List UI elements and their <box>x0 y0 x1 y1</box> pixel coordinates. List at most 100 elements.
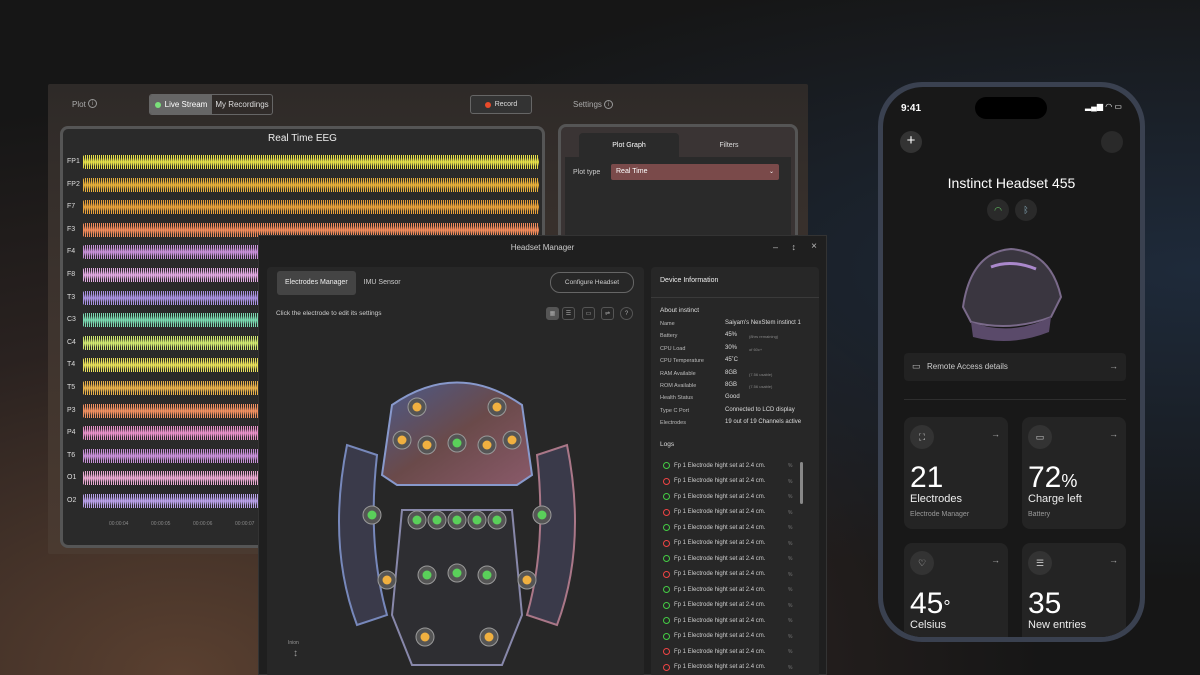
headset-left-band <box>338 443 389 627</box>
about-title: About instinct <box>660 307 700 314</box>
log-entry: Fp 1 Electrode hight set at 2.4 cm. <box>663 539 765 547</box>
channel-label: T4 <box>67 361 76 369</box>
log-percent: % <box>788 664 793 671</box>
log-entry: Fp 1 Electrode hight set at 2.4 cm. <box>663 648 765 655</box>
log-percent: % <box>788 633 793 640</box>
record-dot-icon <box>484 101 491 108</box>
live-dot-icon <box>154 101 161 108</box>
log-text: Fp 1 Electrode hight set at 2.4 cm. <box>674 524 766 531</box>
electrode-led <box>492 515 502 525</box>
check-icon <box>663 555 670 562</box>
plot-type-select[interactable]: Real Time ⌄ <box>611 164 779 180</box>
electrode-led <box>537 510 547 520</box>
database-icon: ☰ <box>1028 551 1052 575</box>
record-button[interactable]: Record <box>470 95 532 114</box>
arrow-right-icon: → <box>1109 361 1118 371</box>
electrode-led <box>452 515 462 525</box>
live-stream-button[interactable]: Live Stream <box>150 95 212 114</box>
log-text: Fp 1 Electrode hight set at 2.4 cm. <box>674 633 766 639</box>
monitor-icon[interactable]: ▭ <box>582 307 595 320</box>
panel-title: Real Time EEG <box>268 133 337 144</box>
channel-label: C4 <box>67 338 76 346</box>
plot-label: Plot <box>72 100 86 109</box>
info-icon[interactable]: i <box>88 99 97 108</box>
settings-label[interactable]: Settings <box>573 100 602 109</box>
log-entry: Fp 1 Electrode hight set at 2.4 cm. <box>663 663 766 671</box>
check-icon <box>663 524 670 531</box>
tab-electrodes-manager[interactable]: Electrodes Manager <box>277 271 356 295</box>
info-key: CPU Temperature <box>660 358 704 365</box>
electrode-led <box>507 435 517 445</box>
check-icon <box>663 632 670 640</box>
close-icon[interactable]: × <box>811 241 817 252</box>
stat-unit: % <box>1061 471 1078 491</box>
channel-label: T5 <box>67 384 76 391</box>
configure-headset-button[interactable]: Configure Headset <box>550 272 634 293</box>
channel-label: F7 <box>67 203 76 211</box>
info-value: 8GB <box>725 369 738 376</box>
stat-card[interactable]: ♡ → 45° Celsius <box>904 543 1008 637</box>
tab-filters[interactable]: Filters <box>679 133 779 157</box>
frame-icon: ⛶ <box>910 425 934 449</box>
bluetooth-icon[interactable]: ᛒ <box>1015 199 1037 221</box>
stat-number: 21 <box>910 461 944 494</box>
resize-icon[interactable]: ↕ <box>792 242 797 252</box>
chevron-down-icon: ⌄ <box>768 169 774 175</box>
tab-plot-graph[interactable]: Plot Graph <box>579 133 679 157</box>
eeg-wave <box>83 177 539 192</box>
electrode-led <box>412 402 422 412</box>
wifi-icon[interactable]: ◠ <box>987 199 1009 221</box>
log-text: Fp 1 Electrode hight set at 2.4 cm. <box>674 555 766 562</box>
log-percent: % <box>788 602 793 609</box>
time-tick: 00:00:06 <box>193 521 213 527</box>
stat-card[interactable]: ⛶ → 21 Electrodes Electrode Manager <box>904 417 1008 529</box>
arrow-right-icon: → <box>1109 429 1118 439</box>
info-value: 30% <box>725 344 738 351</box>
electrode-led <box>412 515 422 525</box>
stat-unit: ° <box>943 597 951 617</box>
error-icon <box>663 648 670 655</box>
log-text: Fp 1 Electrode hight set at 2.4 cm. <box>674 648 766 655</box>
channel-label: O2 <box>67 497 77 504</box>
tab-imu-sensor[interactable]: IMU Sensor <box>356 271 409 295</box>
add-button[interactable]: + <box>900 131 922 153</box>
my-recordings-button[interactable]: My Recordings <box>212 95 272 114</box>
stat-card[interactable]: ▭ → 72% Charge left Battery <box>1022 417 1126 529</box>
log-text: Fp 1 Electrode hight set at 2.4 cm. <box>674 664 766 670</box>
log-scrollbar[interactable] <box>800 462 803 504</box>
headset-rear-frame <box>390 509 524 666</box>
info-sub: (7.56 usable) <box>749 384 773 389</box>
stat-number: 35 <box>1028 587 1062 620</box>
log-entry: Fp 1 Electrode hight set at 2.4 cm. <box>663 632 766 640</box>
time-tick: 00:00:07 <box>235 521 255 527</box>
channel-label: F3 <box>67 225 76 233</box>
list-view-icon[interactable]: ☰ <box>562 307 575 320</box>
device-info-panel: Device Information About instinct Name Sa… <box>651 267 819 675</box>
stream-toggle[interactable]: Live Stream My Recordings <box>149 94 273 115</box>
info-key: Electrodes <box>660 420 686 427</box>
stat-label: Charge left <box>1028 493 1082 505</box>
status-time: 9:41 <box>901 103 922 114</box>
help-icon[interactable]: ? <box>620 307 633 320</box>
settings-info-icon[interactable]: i <box>604 100 613 109</box>
remote-access-row[interactable]: ▭ Remote Access details → <box>904 353 1126 381</box>
live-stream-label: Live Stream <box>164 100 208 109</box>
electrode-led <box>482 570 492 580</box>
stat-value: 72% <box>1028 461 1077 495</box>
minimize-icon[interactable]: – <box>773 242 778 252</box>
stat-card[interactable]: ☰ → 35 New entries <box>1022 543 1126 637</box>
log-percent: % <box>788 509 793 516</box>
log-percent: % <box>788 525 793 531</box>
electrode-led <box>397 435 407 445</box>
log-text: Fp 1 Electrode hight set at 2.4 cm. <box>674 509 766 515</box>
electrode-led <box>422 570 432 580</box>
heart-icon: ♡ <box>910 551 934 575</box>
avatar[interactable] <box>1101 131 1123 153</box>
edit-hint: Click the electrode to edit its settings <box>276 310 382 317</box>
grid-view-icon[interactable]: ▦ <box>546 307 559 320</box>
stat-value: 35 <box>1028 587 1061 621</box>
stat-label: Celsius <box>910 619 947 631</box>
sliders-icon[interactable]: ⇌ <box>601 307 614 320</box>
error-icon <box>663 663 670 671</box>
log-entry: Fp 1 Electrode hight set at 2.4 cm. <box>663 586 765 593</box>
